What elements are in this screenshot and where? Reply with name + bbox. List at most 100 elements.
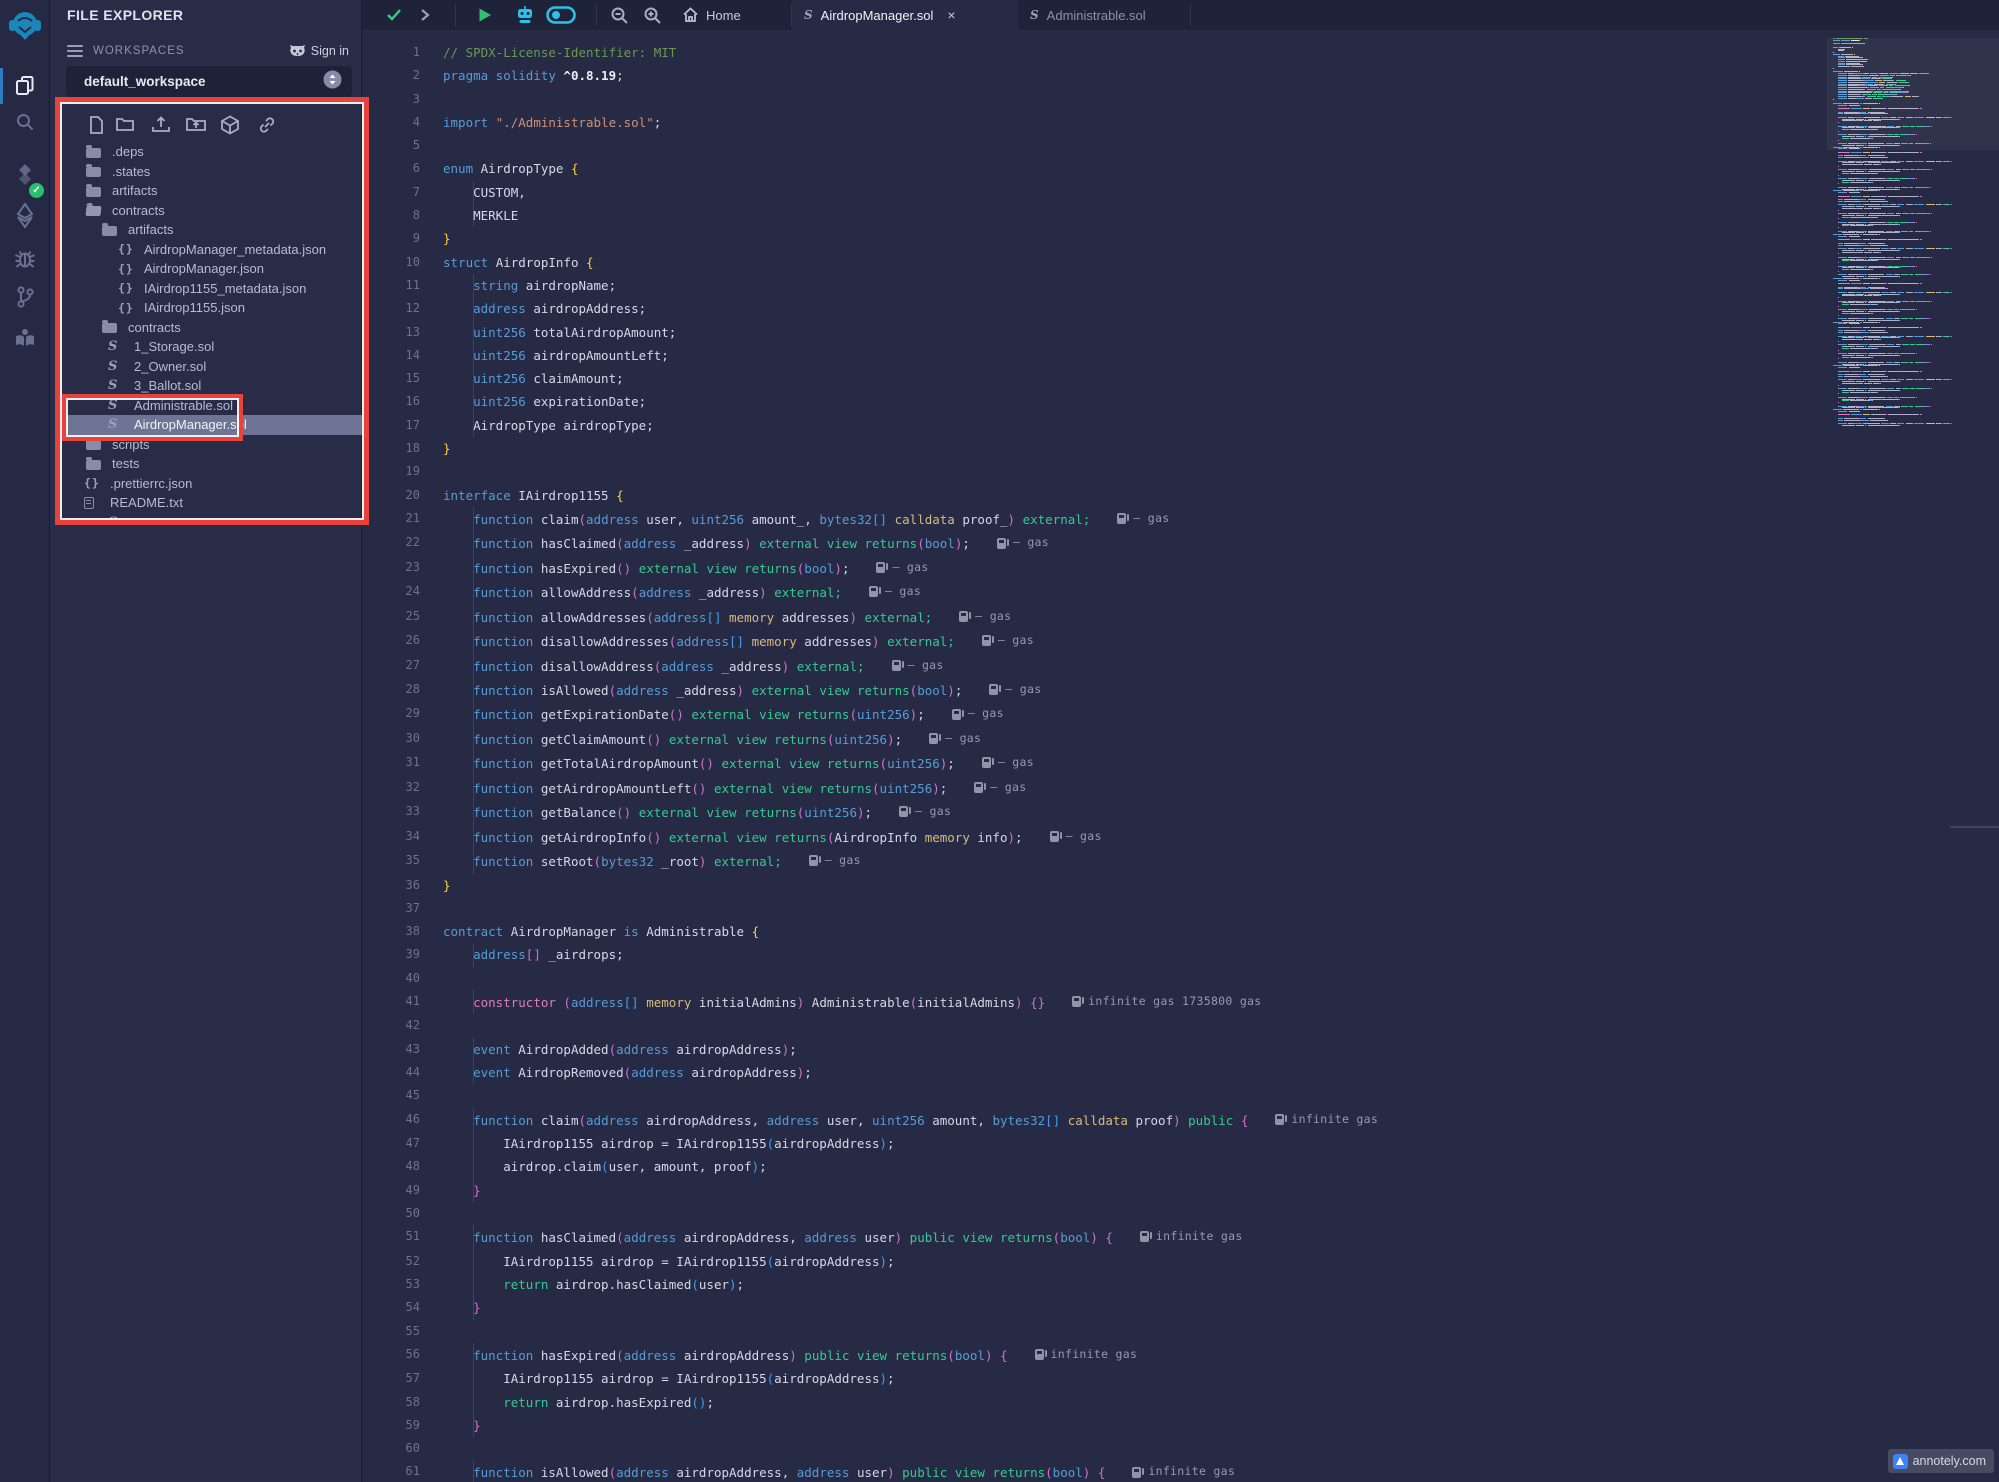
remixai-robot-icon[interactable] (514, 0, 536, 30)
code-line-37[interactable]: 37 (362, 897, 1822, 920)
file-tree-item-2-owner-sol[interactable]: S2_Owner.sol (62, 357, 362, 377)
code-line-56[interactable]: 56 function hasExpired(address airdropAd… (362, 1343, 1822, 1367)
code-line-8[interactable]: 8 MERKLE (362, 204, 1822, 227)
new-file-icon[interactable] (88, 115, 105, 140)
file-tree-item-administrable-sol[interactable]: SAdministrable.sol (62, 396, 362, 416)
code-line-14[interactable]: 14 uint256 airdropAmountLeft; (362, 344, 1822, 367)
code-line-34[interactable]: 34 function getAirdropInfo() external vi… (362, 825, 1822, 849)
code-line-49[interactable]: 49 } (362, 1179, 1822, 1202)
code-line-47[interactable]: 47 IAirdrop1155 airdrop = IAirdrop1155(a… (362, 1132, 1822, 1155)
code-line-44[interactable]: 44 event AirdropRemoved(address airdropA… (362, 1061, 1822, 1084)
code-line-12[interactable]: 12 address airdropAddress; (362, 297, 1822, 320)
link-icon[interactable] (257, 115, 277, 140)
file-tree-item-scripts[interactable]: scripts (62, 435, 362, 455)
code-line-7[interactable]: 7 CUSTOM, (362, 181, 1822, 204)
file-tree-item-artifacts[interactable]: artifacts (62, 181, 362, 201)
file-tree-item-airdropmanager-metadata-json[interactable]: {}AirdropManager_metadata.json (62, 240, 362, 260)
code-line-21[interactable]: 21 function claim(address user, uint256 … (362, 507, 1822, 531)
run-script-play-icon[interactable] (477, 0, 493, 30)
chevron-right-icon[interactable] (420, 0, 430, 30)
code-line-30[interactable]: 30 function getClaimAmount() external vi… (362, 727, 1822, 751)
file-tree-item-airdropmanager-json[interactable]: {}AirdropManager.json (62, 259, 362, 279)
zoom-out-icon[interactable] (610, 0, 629, 30)
file-tree-item-airdropmanager-sol[interactable]: SAirdropManager.sol (62, 415, 362, 435)
file-tree-item-contracts[interactable]: contracts (62, 318, 362, 338)
upload-folder-icon[interactable] (185, 115, 207, 138)
file-tree-item-cut[interactable]: S (62, 513, 362, 521)
upload-file-icon[interactable] (150, 115, 172, 140)
code-line-36[interactable]: 36} (362, 874, 1822, 897)
code-line-40[interactable]: 40 (362, 967, 1822, 990)
file-tree-item-artifacts[interactable]: artifacts (62, 220, 362, 240)
code-line-9[interactable]: 9} (362, 227, 1822, 250)
solidity-compiler-icon[interactable]: ✓ (0, 155, 50, 195)
minimap[interactable] (1833, 38, 1991, 458)
zoom-in-icon[interactable] (643, 0, 662, 30)
file-tree-item-3-ballot-sol[interactable]: S3_Ballot.sol (62, 376, 362, 396)
search-icon[interactable] (0, 106, 50, 138)
workspace-select[interactable]: default_workspace (66, 66, 352, 97)
deploy-run-ethereum-icon[interactable] (0, 198, 50, 234)
code-line-3[interactable]: 3 (362, 88, 1822, 111)
code-line-57[interactable]: 57 IAirdrop1155 airdrop = IAirdrop1155(a… (362, 1367, 1822, 1390)
debugger-bug-icon[interactable] (0, 242, 50, 276)
code-line-35[interactable]: 35 function setRoot(bytes32 _root) exter… (362, 849, 1822, 873)
code-line-22[interactable]: 22 function hasClaimed(address _address)… (362, 531, 1822, 555)
code-line-31[interactable]: 31 function getTotalAirdropAmount() exte… (362, 751, 1822, 775)
publish-cube-icon[interactable] (220, 115, 240, 140)
code-line-60[interactable]: 60 (362, 1437, 1822, 1460)
code-line-2[interactable]: 2pragma solidity ^0.8.19; (362, 64, 1822, 87)
code-line-5[interactable]: 5 (362, 134, 1822, 157)
code-line-39[interactable]: 39 address[] _airdrops; (362, 943, 1822, 966)
code-line-48[interactable]: 48 airdrop.claim(user, amount, proof); (362, 1155, 1822, 1178)
code-line-20[interactable]: 20interface IAirdrop1155 { (362, 484, 1822, 507)
file-explorer-icon[interactable] (0, 66, 50, 106)
learneth-book-icon[interactable] (0, 320, 50, 356)
code-line-11[interactable]: 11 string airdropName; (362, 274, 1822, 297)
code-line-42[interactable]: 42 (362, 1014, 1822, 1037)
code-line-45[interactable]: 45 (362, 1084, 1822, 1107)
file-tree-item--deps[interactable]: .deps (62, 142, 362, 162)
workspace-stepper-icon[interactable] (323, 70, 342, 94)
code-line-27[interactable]: 27 function disallowAddress(address _add… (362, 654, 1822, 678)
file-tree-item--states[interactable]: .states (62, 162, 362, 182)
code-line-61[interactable]: 61 function isAllowed(address airdropAdd… (362, 1460, 1822, 1482)
new-folder-icon[interactable] (115, 115, 135, 138)
close-tab-icon[interactable]: × (947, 7, 955, 23)
remix-logo-icon[interactable] (0, 6, 50, 46)
file-tree-item-1-storage-sol[interactable]: S1_Storage.sol (62, 337, 362, 357)
file-tree-item-readme-txt[interactable]: README.txt (62, 493, 362, 513)
code-line-50[interactable]: 50 (362, 1202, 1822, 1225)
code-line-15[interactable]: 15 uint256 claimAmount; (362, 367, 1822, 390)
code-line-41[interactable]: 41 constructor (address[] memory initial… (362, 990, 1822, 1014)
code-line-25[interactable]: 25 function allowAddresses(address[] mem… (362, 605, 1822, 629)
code-line-17[interactable]: 17 AirdropType airdropType; (362, 414, 1822, 437)
github-sign-in-button[interactable]: Sign in (289, 44, 349, 59)
code-line-10[interactable]: 10struct AirdropInfo { (362, 251, 1822, 274)
code-line-16[interactable]: 16 uint256 expirationDate; (362, 390, 1822, 413)
code-area[interactable]: 1// SPDX-License-Identifier: MIT2pragma … (362, 41, 1822, 1482)
code-line-58[interactable]: 58 return airdrop.hasExpired(); (362, 1391, 1822, 1414)
code-line-53[interactable]: 53 return airdrop.hasClaimed(user); (362, 1273, 1822, 1296)
code-line-29[interactable]: 29 function getExpirationDate() external… (362, 702, 1822, 726)
code-line-54[interactable]: 54 } (362, 1296, 1822, 1319)
code-line-32[interactable]: 32 function getAirdropAmountLeft() exter… (362, 776, 1822, 800)
code-line-24[interactable]: 24 function allowAddress(address _addres… (362, 580, 1822, 604)
file-tree-item--prettierrc-json[interactable]: {}.prettierrc.json (62, 474, 362, 494)
code-line-55[interactable]: 55 (362, 1320, 1822, 1343)
tab-airdropmanager[interactable]: S AirdropManager.sol × (792, 0, 1018, 30)
ai-toggle-icon[interactable] (546, 0, 576, 30)
home-tab[interactable]: Home (682, 0, 741, 30)
code-editor[interactable]: 1// SPDX-License-Identifier: MIT2pragma … (362, 30, 1999, 1482)
tab-administrable[interactable]: S Administrable.sol (1018, 0, 1190, 30)
code-line-4[interactable]: 4import "./Administrable.sol"; (362, 111, 1822, 134)
code-line-13[interactable]: 13 uint256 totalAirdropAmount; (362, 321, 1822, 344)
code-line-38[interactable]: 38contract AirdropManager is Administrab… (362, 920, 1822, 943)
code-line-23[interactable]: 23 function hasExpired() external view r… (362, 556, 1822, 580)
code-line-1[interactable]: 1// SPDX-License-Identifier: MIT (362, 41, 1822, 64)
file-tree-item-contracts[interactable]: contracts (62, 201, 362, 221)
git-branch-icon[interactable] (0, 280, 50, 314)
code-line-59[interactable]: 59 } (362, 1414, 1822, 1437)
code-line-28[interactable]: 28 function isAllowed(address _address) … (362, 678, 1822, 702)
file-tree-item-tests[interactable]: tests (62, 454, 362, 474)
